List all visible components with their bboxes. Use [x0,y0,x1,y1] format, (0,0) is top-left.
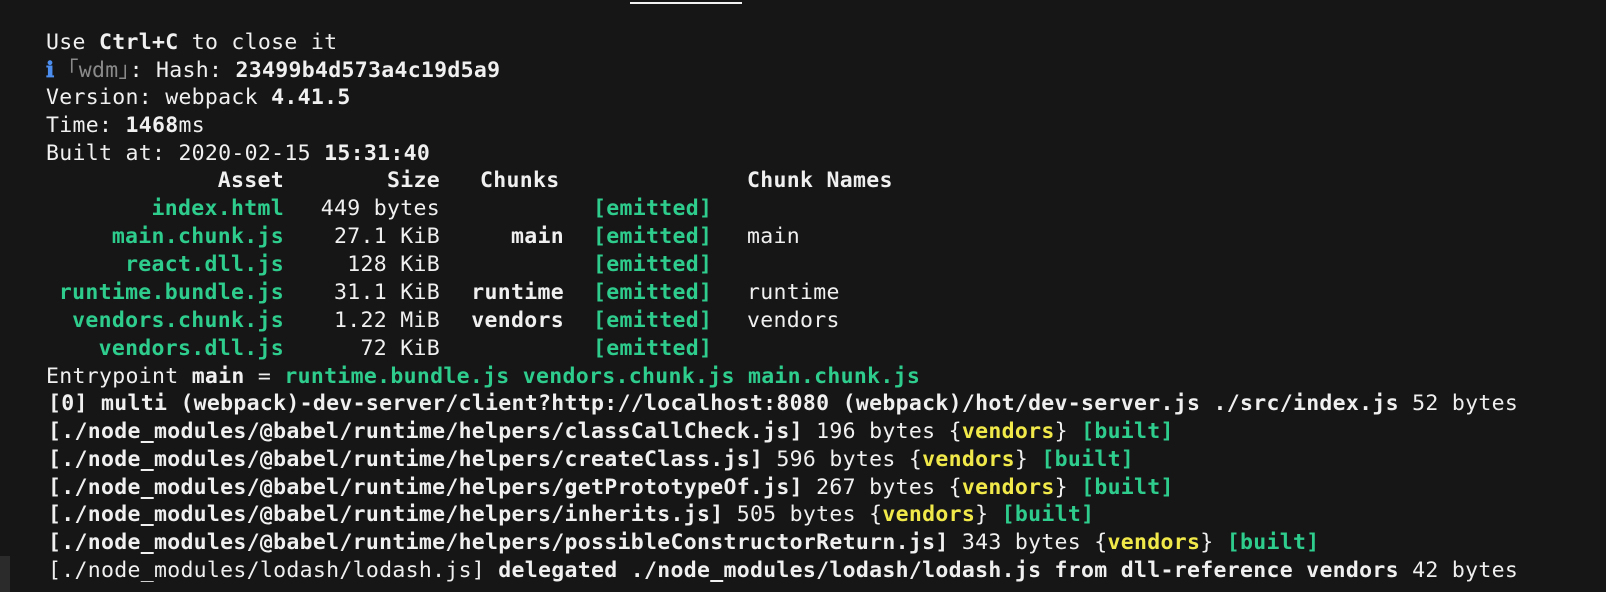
module-size: 196 bytes { [802,419,962,444]
entrypoint-files: runtime.bundle.js vendors.chunk.js main.… [284,364,921,389]
header-size: Size [387,168,440,193]
module-chunk: vendors [882,502,976,527]
module-chunk-close: } [975,502,1002,527]
module-line: [./node_modules/@babel/runtime/helpers/i… [48,501,1094,529]
asset-status: [emitted] [593,196,713,221]
module-size: 42 bytes [1398,558,1519,583]
asset-size: 72 KiB [360,336,440,361]
asset-size: 31.1 KiB [334,280,440,305]
module-path: multi (webpack)-dev-server/client?http:/… [87,391,1399,416]
module-chunk: vendors [961,475,1055,500]
asset-name: vendors.chunk.js [72,308,284,333]
module-size: 505 bytes { [723,502,883,527]
module-size: 343 bytes { [948,530,1108,555]
header-chunk-names: Chunk Names [747,168,893,193]
asset-name: index.html [151,196,284,221]
module-chunk-close: } [1014,447,1042,472]
asset-chunk-names: vendors [747,308,840,333]
time-value: 1468 [125,113,179,138]
asset-name: runtime.bundle.js [58,280,284,305]
module-chunk-close: } [1200,530,1227,555]
asset-chunk-names: runtime [747,280,840,305]
module-path: [./node_modules/@babel/runtime/helpers/p… [48,530,949,555]
module-status: [built] [1001,502,1095,527]
module-chunk: vendors [961,419,1055,444]
entrypoint-name: main [191,364,245,389]
asset-chunks: vendors [471,308,564,333]
hash-value: 23499b4d573a4c19d5a9 [235,58,501,83]
header-asset: Asset [217,168,284,193]
close-hint-key: Ctrl+C [98,30,179,55]
asset-size: 449 bytes [320,196,440,221]
module-line: [0] multi (webpack)-dev-server/client?ht… [48,390,1518,418]
module-path: [./node_modules/@babel/runtime/helpers/c… [48,419,803,444]
asset-status: [emitted] [593,224,713,249]
module-status: [built] [1041,447,1135,472]
hash-label: : Hash: [129,58,236,83]
close-hint-suffix: to close it [178,30,338,55]
module-line: [./node_modules/@babel/runtime/helpers/p… [48,529,1319,557]
asset-chunks: main [511,224,564,249]
active-tab-indicator [630,2,742,4]
module-path: [./node_modules/lodash/lodash.js] [48,558,486,583]
module-chunk-close: } [1054,419,1082,444]
asset-name: vendors.dll.js [98,336,284,361]
version-label: Version: webpack [46,85,272,110]
asset-name: main.chunk.js [111,224,284,249]
module-line: [./node_modules/@babel/runtime/helpers/g… [48,474,1174,502]
asset-size: 1.22 MiB [334,308,440,333]
module-line: [./node_modules/@babel/runtime/helpers/c… [48,418,1174,446]
time-label: Time: [46,113,126,138]
lodash-module-line: [./node_modules/lodash/lodash.js] delega… [48,557,1518,585]
asset-size: 27.1 KiB [334,224,440,249]
built-at-time: 15:31:40 [324,141,431,166]
built-at-line: Built at: 2020-02-15 15:31:40 [46,140,430,168]
asset-status: [emitted] [593,336,713,361]
close-hint-line: Use Ctrl+C to close it [46,29,337,57]
entrypoint-equals: = [244,364,285,389]
asset-chunks: runtime [471,280,564,305]
module-id: [0] [48,391,88,416]
time-unit: ms [178,113,205,138]
asset-size: 128 KiB [347,252,440,277]
module-path: [./node_modules/@babel/runtime/helpers/i… [48,502,724,527]
module-chunk: vendors [922,447,1015,472]
asset-status: [emitted] [593,308,713,333]
info-icon: ℹ [46,58,55,83]
entrypoint-line: Entrypoint main = runtime.bundle.js vend… [46,363,920,391]
time-line: Time: 1468ms [46,112,205,140]
asset-chunk-names: main [747,224,800,249]
wdm-tag: ｢wdm｣ [67,58,130,83]
module-path: [./node_modules/@babel/runtime/helpers/g… [48,475,803,500]
module-delegation: delegated ./node_modules/lodash/lodash.j… [485,558,1399,583]
module-status: [built] [1081,419,1174,444]
version-line: Version: webpack 4.41.5 [46,84,351,112]
module-chunk-close: } [1054,475,1082,500]
asset-name: react.dll.js [125,252,284,277]
module-size: 596 bytes { [763,447,923,472]
hash-line: ℹ ｢wdm｣: Hash: 23499b4d573a4c19d5a9 [46,57,500,85]
built-at-label: Built at: 2020-02-15 [46,141,325,166]
module-chunk: vendors [1107,530,1201,555]
close-hint-prefix: Use [46,30,99,55]
module-status: [built] [1226,530,1320,555]
scrollbar-edge[interactable] [0,556,10,592]
header-chunks: Chunks [480,168,560,193]
module-size: 52 bytes [1398,391,1519,416]
module-line: [./node_modules/@babel/runtime/helpers/c… [48,446,1134,474]
version-value: 4.41.5 [271,85,351,110]
module-path: [./node_modules/@babel/runtime/helpers/c… [48,447,764,472]
asset-status: [emitted] [593,252,713,277]
asset-status: [emitted] [593,280,713,305]
entrypoint-label: Entrypoint [46,364,192,389]
module-status: [built] [1081,475,1174,500]
module-size: 267 bytes { [802,475,962,500]
terminal-window[interactable]: Use Ctrl+C to close it ℹ ｢wdm｣: Hash: 23… [0,0,1606,592]
